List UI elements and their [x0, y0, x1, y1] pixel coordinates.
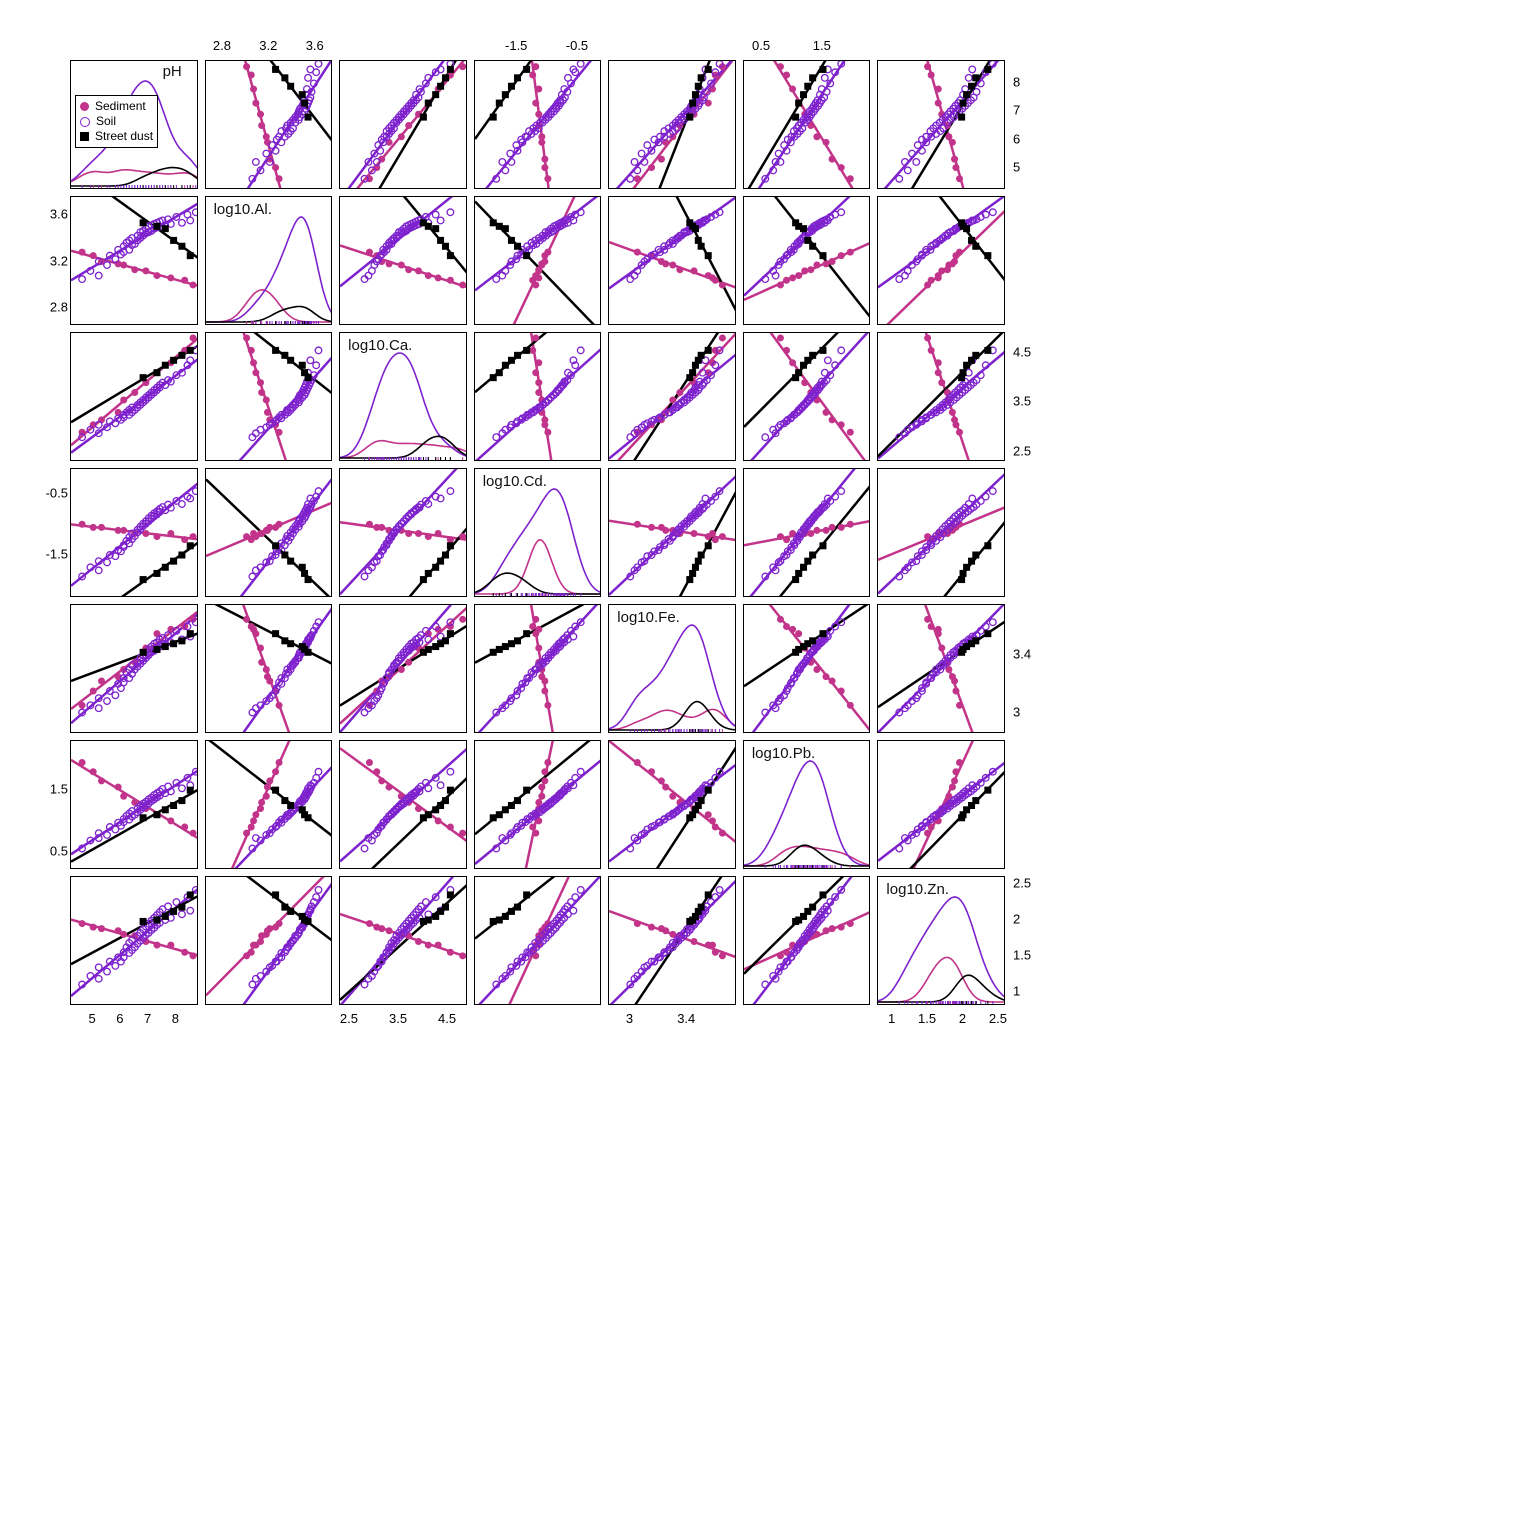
scatter-panel: [70, 740, 198, 869]
scatter-panel: [608, 740, 736, 869]
legend-label: Sediment: [95, 99, 146, 114]
density-panel: log10.Zn.: [877, 876, 1005, 1005]
scatter-panel: [339, 60, 467, 189]
scatter-panel: [339, 196, 467, 325]
density-panel: log10.Al.: [205, 196, 333, 325]
axis-bottom: 33.4: [608, 1011, 736, 1029]
density-panel: log10.Ca.: [339, 332, 467, 461]
variable-label: log10.Fe.: [617, 609, 680, 626]
scatter-panel: [877, 332, 1005, 461]
scatter-panel: [339, 740, 467, 869]
axis-left: 2.83.23.6: [30, 196, 68, 325]
scatter-panel: [205, 740, 333, 869]
scatter-panel: [877, 604, 1005, 733]
scatter-panel: [70, 604, 198, 733]
variable-label: pH: [163, 63, 182, 80]
legend-label: Soil: [96, 114, 116, 129]
scatter-panel: [474, 60, 602, 189]
axis-right: 2.53.54.5: [1013, 332, 1051, 461]
density-panel: pH SedimentSoilStreet dust: [70, 60, 198, 189]
variable-label: log10.Ca.: [348, 337, 412, 354]
scatter-panel: [474, 604, 602, 733]
variable-label: log10.Al.: [214, 201, 272, 218]
legend-item: Street dust: [80, 129, 153, 144]
variable-label: log10.Zn.: [886, 881, 949, 898]
legend-label: Street dust: [95, 129, 153, 144]
axis-top: -1.5-0.5: [474, 38, 602, 56]
scatter-panel: [70, 876, 198, 1005]
axis-right: 11.522.5: [1013, 876, 1051, 1005]
scatter-panel: [339, 604, 467, 733]
marker-icon: [80, 117, 90, 127]
axis-right: 5678: [1013, 60, 1051, 189]
marker-icon: [80, 132, 89, 141]
scatter-panel: [205, 604, 333, 733]
scatter-panel: [743, 196, 871, 325]
scatter-panel: [608, 60, 736, 189]
axis-bottom: 11.522.5: [877, 1011, 1005, 1029]
axis-bottom: 5678: [70, 1011, 198, 1029]
scatter-panel: [608, 332, 736, 461]
legend-item: Soil: [80, 114, 153, 129]
scatter-panel: [474, 740, 602, 869]
scatter-panel: [339, 876, 467, 1005]
axis-bottom: 2.53.54.5: [339, 1011, 467, 1029]
scatter-panel: [474, 332, 602, 461]
scatter-panel: [205, 468, 333, 597]
variable-label: log10.Pb.: [752, 745, 815, 762]
axis-top: 2.83.23.6: [205, 38, 333, 56]
scatter-panel: [877, 468, 1005, 597]
scatter-panel: [743, 604, 871, 733]
density-panel: log10.Cd.: [474, 468, 602, 597]
scatter-panel: [474, 876, 602, 1005]
variable-label: log10.Cd.: [483, 473, 547, 490]
legend: SedimentSoilStreet dust: [75, 95, 158, 148]
axis-left: 0.51.5: [30, 740, 68, 869]
scatter-panel: [743, 332, 871, 461]
legend-item: Sediment: [80, 99, 153, 114]
scatter-panel: [877, 740, 1005, 869]
axis-left: -1.5-0.5: [30, 468, 68, 597]
scatter-panel: [743, 876, 871, 1005]
density-panel: log10.Fe.: [608, 604, 736, 733]
scatter-panel: [743, 468, 871, 597]
marker-icon: [80, 102, 89, 111]
scatterplot-matrix: pH SedimentSoilStreet dust log10.Al. log10.…: [0, 0, 1060, 1060]
scatter-panel: [608, 196, 736, 325]
axis-right: 33.4: [1013, 604, 1051, 733]
scatter-panel: [205, 60, 333, 189]
scatter-panel: [877, 196, 1005, 325]
scatter-panel: [474, 196, 602, 325]
scatter-panel: [877, 60, 1005, 189]
scatter-panel: [70, 332, 198, 461]
scatter-panel: [743, 60, 871, 189]
scatter-panel: [205, 332, 333, 461]
scatter-panel: [608, 468, 736, 597]
scatter-panel: [339, 468, 467, 597]
axis-top: 0.51.5: [743, 38, 871, 56]
density-panel: log10.Pb.: [743, 740, 871, 869]
scatter-panel: [608, 876, 736, 1005]
scatter-panel: [70, 468, 198, 597]
scatter-panel: [205, 876, 333, 1005]
scatter-panel: [70, 196, 198, 325]
